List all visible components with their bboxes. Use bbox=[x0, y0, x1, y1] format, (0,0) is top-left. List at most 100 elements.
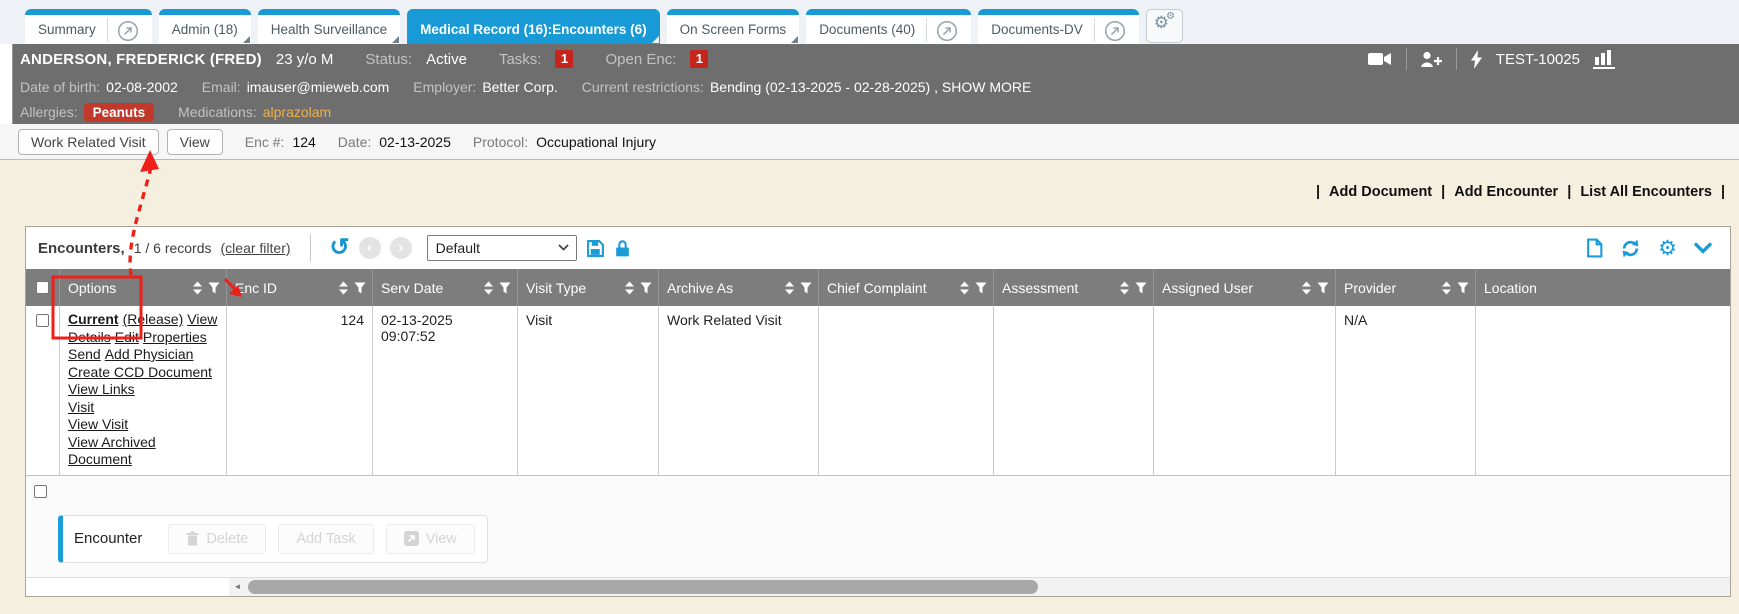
current-link[interactable]: Current bbox=[68, 311, 119, 327]
undo-icon[interactable]: ↺ bbox=[330, 237, 350, 259]
dob-label: Date of birth: bbox=[20, 79, 100, 95]
grid-settings-gear-icon[interactable]: ⚙ bbox=[1658, 238, 1677, 259]
employer-label: Employer: bbox=[413, 79, 476, 95]
tasks-count-badge[interactable]: 1 bbox=[555, 50, 573, 68]
column-header-provider[interactable]: Provider bbox=[1336, 269, 1476, 306]
encounter-action-box: Encounter Delete Add Task View bbox=[58, 515, 488, 563]
clear-filter-link[interactable]: (clear filter) bbox=[221, 240, 291, 256]
tab-documents[interactable]: Documents (40) bbox=[806, 9, 971, 44]
divider bbox=[310, 234, 311, 262]
grid-view-selected-value: Default bbox=[436, 240, 480, 256]
add-physician-link[interactable]: Add Physician bbox=[105, 346, 194, 362]
sort-icon bbox=[624, 281, 635, 295]
patient-age-sex: 23 y/o M bbox=[276, 51, 334, 68]
column-header-serv-date[interactable]: Serv Date bbox=[373, 269, 518, 306]
scrollbar-track[interactable] bbox=[246, 578, 1730, 596]
column-label: Provider bbox=[1344, 280, 1396, 296]
footer-row-checkbox[interactable] bbox=[34, 485, 47, 498]
visit-type-cell: Visit bbox=[518, 306, 659, 475]
external-link-icon[interactable] bbox=[107, 18, 139, 42]
video-camera-icon[interactable] bbox=[1368, 51, 1393, 67]
horizontal-scrollbar: ◄ bbox=[26, 577, 1730, 596]
lock-icon[interactable] bbox=[614, 239, 631, 258]
tab-documents-dv[interactable]: Documents-DV bbox=[978, 9, 1139, 44]
external-link-icon[interactable] bbox=[1094, 18, 1126, 42]
tab-health-surveillance[interactable]: Health Surveillance bbox=[258, 9, 400, 44]
column-label: Serv Date bbox=[381, 280, 443, 296]
medication-value[interactable]: alprazolam bbox=[263, 104, 331, 120]
table-header-row: Options Enc ID Serv Date Visit Type bbox=[26, 269, 1730, 306]
add-person-icon[interactable] bbox=[1420, 51, 1443, 68]
lightning-bolt-icon[interactable] bbox=[1470, 50, 1483, 69]
enc-number-value: 124 bbox=[292, 134, 315, 150]
save-view-icon[interactable] bbox=[586, 239, 605, 258]
tab-admin-label: Admin (18) bbox=[172, 22, 238, 37]
create-ccd-document-link[interactable]: Create CCD Document bbox=[68, 364, 212, 380]
column-label: Location bbox=[1484, 280, 1537, 296]
refresh-icon[interactable] bbox=[1620, 238, 1641, 259]
restrictions-value[interactable]: Bending (02-13-2025 - 02-28-2025) , SHOW… bbox=[710, 79, 1031, 95]
chevron-down-icon bbox=[558, 244, 569, 251]
view-visit-link[interactable]: View Visit bbox=[68, 416, 128, 432]
allergy-badge[interactable]: Peanuts bbox=[84, 103, 155, 122]
delete-button[interactable]: Delete bbox=[168, 524, 266, 554]
tab-on-screen-forms[interactable]: On Screen Forms bbox=[667, 9, 800, 44]
select-all-checkbox[interactable] bbox=[36, 281, 49, 294]
work-related-visit-button[interactable]: Work Related Visit bbox=[18, 129, 159, 155]
email-label: Email: bbox=[202, 79, 241, 95]
collapse-chevron-icon[interactable] bbox=[1694, 242, 1712, 254]
options-cell: Current(Release)View DetailsEditProperti… bbox=[60, 306, 227, 475]
previous-page-button[interactable]: ‹ bbox=[359, 237, 381, 259]
release-link[interactable]: (Release) bbox=[123, 311, 184, 327]
column-header-chief-complaint[interactable]: Chief Complaint bbox=[819, 269, 994, 306]
tab-medical-record-encounters[interactable]: Medical Record (16):Encounters (6) bbox=[407, 9, 660, 44]
external-link-icon[interactable] bbox=[926, 18, 958, 42]
edit-link[interactable]: Edit bbox=[115, 329, 139, 345]
tab-fold-icon bbox=[243, 36, 250, 43]
column-header-enc-id[interactable]: Enc ID bbox=[227, 269, 373, 306]
details-link[interactable]: Details bbox=[68, 329, 111, 345]
column-header-visit-type[interactable]: Visit Type bbox=[518, 269, 659, 306]
protocol-label: Protocol: bbox=[473, 134, 528, 150]
properties-link[interactable]: Properties bbox=[143, 329, 207, 345]
status-label: Status: bbox=[365, 51, 412, 68]
sort-icon bbox=[338, 281, 349, 295]
column-header-assigned-user[interactable]: Assigned User bbox=[1154, 269, 1336, 306]
tab-settings-gears-button[interactable]: ⚙ ⚙ bbox=[1146, 9, 1183, 43]
row-checkbox[interactable] bbox=[36, 314, 49, 327]
scrollbar-thumb[interactable] bbox=[248, 580, 1038, 594]
provider-cell: N/A bbox=[1336, 306, 1476, 475]
bar-chart-icon[interactable] bbox=[1593, 49, 1615, 69]
column-header-assessment[interactable]: Assessment bbox=[994, 269, 1154, 306]
add-document-link[interactable]: Add Document bbox=[1329, 184, 1432, 200]
view-button-label: View bbox=[426, 531, 457, 547]
next-page-button[interactable]: › bbox=[390, 237, 412, 259]
tab-on-screen-forms-label: On Screen Forms bbox=[680, 22, 787, 37]
tab-admin[interactable]: Admin (18) bbox=[159, 9, 251, 44]
add-task-button[interactable]: Add Task bbox=[278, 524, 373, 554]
view-archived-document-link[interactable]: View Archived Document bbox=[68, 434, 156, 468]
filter-funnel-icon bbox=[354, 282, 366, 294]
filter-funnel-icon bbox=[800, 282, 812, 294]
visit-link[interactable]: Visit bbox=[68, 399, 94, 415]
view-links-link[interactable]: View Links bbox=[68, 381, 135, 397]
view-box-arrow-icon bbox=[404, 531, 419, 546]
scroll-left-arrow[interactable]: ◄ bbox=[229, 578, 246, 596]
column-label: Chief Complaint bbox=[827, 280, 927, 296]
open-enc-count-badge[interactable]: 1 bbox=[690, 50, 708, 68]
column-header-location[interactable]: Location bbox=[1476, 269, 1730, 306]
table-row: Current(Release)View DetailsEditProperti… bbox=[26, 306, 1730, 476]
sort-icon bbox=[1301, 281, 1312, 295]
column-header-archive-as[interactable]: Archive As bbox=[659, 269, 819, 306]
tab-summary[interactable]: Summary bbox=[25, 9, 152, 44]
list-all-encounters-link[interactable]: List All Encounters bbox=[1580, 184, 1712, 200]
new-document-icon[interactable] bbox=[1586, 238, 1603, 258]
column-header-options[interactable]: Options bbox=[60, 269, 227, 306]
add-encounter-link[interactable]: Add Encounter bbox=[1454, 184, 1558, 200]
send-link[interactable]: Send bbox=[68, 346, 101, 362]
view-encounter-button[interactable]: View bbox=[386, 524, 475, 554]
view-button[interactable]: View bbox=[167, 129, 223, 155]
grid-view-select[interactable]: Default bbox=[427, 235, 577, 261]
column-label: Visit Type bbox=[526, 280, 586, 296]
view-link[interactable]: View bbox=[187, 311, 217, 327]
